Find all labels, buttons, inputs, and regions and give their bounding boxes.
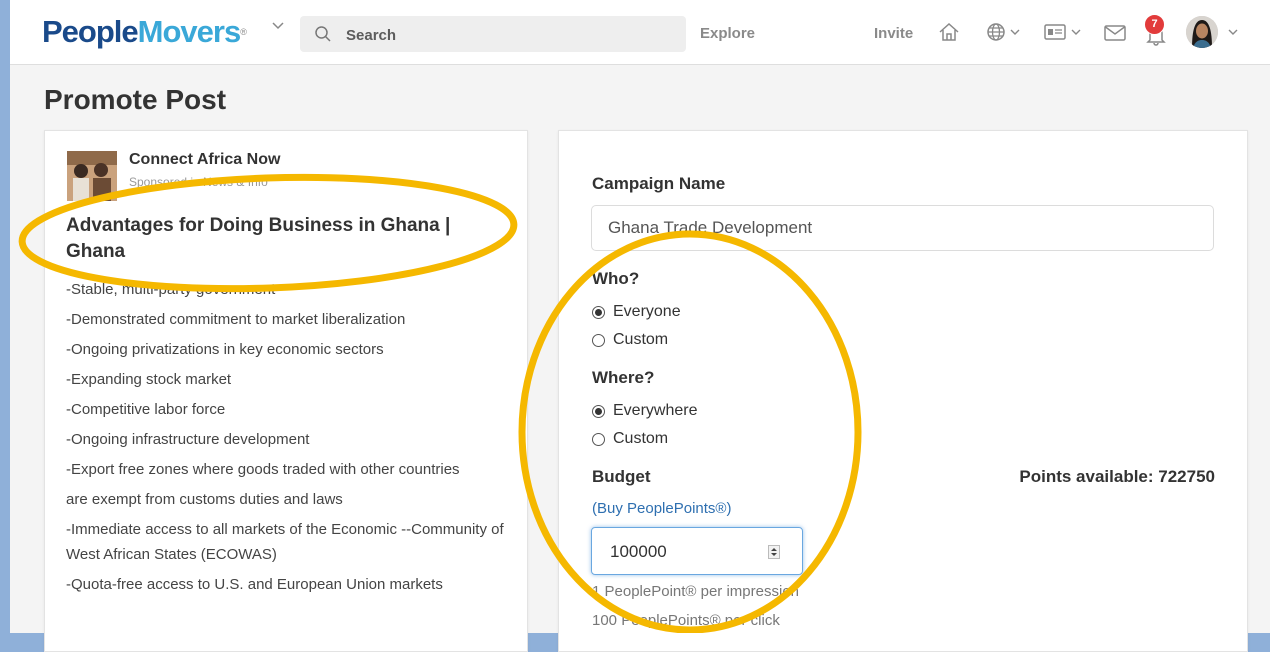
who-label: Who? [592, 269, 640, 288]
logo-text-people: People [42, 14, 139, 49]
chevron-down-icon[interactable] [1010, 29, 1020, 36]
post-line: -Expanding stock market [66, 371, 232, 388]
points-available: Points available: 722750 [1019, 467, 1215, 486]
who-option-label: Custom [613, 331, 669, 348]
logo-text-movers: Movers [137, 14, 242, 49]
thumbnail-image [67, 151, 117, 201]
search-bar [300, 16, 686, 52]
post-line: -Ongoing infrastructure development [66, 431, 310, 448]
where-option-custom[interactable]: Custom [592, 428, 668, 450]
post-sponsored-label: Sponsored in News & Info [129, 175, 268, 189]
user-photo [1186, 16, 1218, 48]
notification-badge: 7 [1144, 14, 1165, 35]
campaign-name-label: Campaign Name [592, 174, 726, 193]
mail-icon[interactable] [1104, 25, 1126, 41]
spinner-arrows-icon[interactable] [768, 545, 780, 559]
where-option-label: Custom [613, 430, 669, 447]
nav-explore-link[interactable]: Explore [700, 25, 755, 42]
where-option-everywhere[interactable]: Everywhere [592, 400, 697, 422]
chevron-down-icon[interactable] [272, 22, 284, 30]
home-icon[interactable] [938, 22, 960, 42]
rate-per-impression: 1 PeoplePoint® per impression [592, 583, 799, 600]
post-line: -Competitive labor force [66, 401, 226, 418]
post-preview-card: Connect Africa Now Sponsored in News & I… [44, 130, 528, 652]
post-body: -Stable, multi-party government -Demonst… [66, 277, 506, 602]
post-line: are exempt from customs duties and laws [66, 491, 343, 508]
radio-selected-icon[interactable] [592, 404, 605, 418]
campaign-name-input[interactable] [591, 205, 1214, 251]
budget-field [591, 527, 803, 575]
post-title: Advantages for Doing Business in Ghana |… [66, 215, 451, 262]
radio-unselected-icon[interactable] [592, 432, 605, 446]
post-line: -Stable, multi-party government [66, 281, 276, 298]
post-thumbnail [67, 151, 117, 201]
top-navigation-bar: PeopleMovers® Explore Invite 7 [10, 0, 1270, 65]
logo-registered-mark: ® [240, 27, 247, 37]
who-option-everyone[interactable]: Everyone [592, 301, 681, 323]
who-option-custom[interactable]: Custom [592, 329, 668, 351]
where-option-label: Everywhere [613, 402, 698, 419]
post-line: -Quota-free access to U.S. and European … [66, 576, 443, 593]
chevron-down-icon[interactable] [1071, 29, 1081, 36]
campaign-form-card: Campaign Name Who? Everyone Custom Where… [558, 130, 1248, 652]
where-label: Where? [592, 368, 655, 387]
budget-label: Budget [592, 467, 651, 486]
rate-per-click: 100 PeoplePoints® per click [592, 612, 780, 629]
nav-invite-link[interactable]: Invite [874, 25, 913, 42]
post-author[interactable]: Connect Africa Now [129, 151, 280, 169]
search-icon [315, 26, 331, 42]
post-line: -Immediate access to all markets of the … [66, 521, 504, 563]
chevron-down-icon[interactable] [1228, 29, 1238, 36]
who-option-label: Everyone [613, 303, 681, 320]
post-line: -Export free zones where goods traded wi… [66, 461, 460, 478]
peoplemovers-logo[interactable]: PeopleMovers® [42, 14, 247, 50]
radio-unselected-icon[interactable] [592, 333, 605, 347]
buy-peoplepoints-link[interactable]: (Buy PeoplePoints®) [592, 500, 731, 517]
contact-card-icon[interactable] [1044, 24, 1066, 40]
globe-icon[interactable] [986, 22, 1006, 42]
radio-selected-icon[interactable] [592, 305, 605, 319]
page-title: Promote Post [44, 84, 227, 115]
post-line: -Demonstrated commitment to market liber… [66, 311, 406, 328]
post-line: -Ongoing privatizations in key economic … [66, 341, 384, 358]
budget-input[interactable] [608, 540, 762, 564]
search-input[interactable] [344, 22, 668, 48]
user-avatar[interactable] [1186, 16, 1218, 48]
